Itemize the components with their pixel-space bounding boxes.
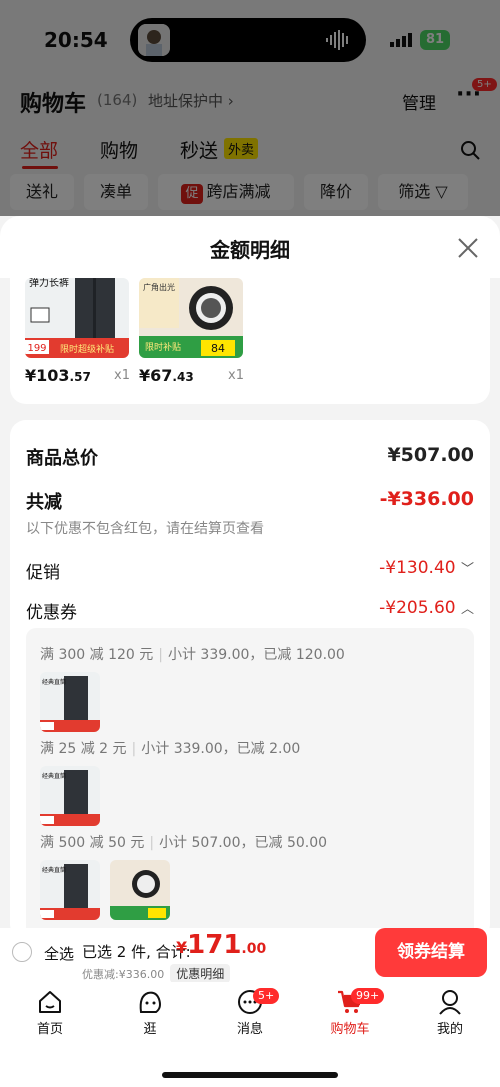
checkout-bar: 全选 已选 2 件, 合计: ¥171.00 优惠减:¥336.00 优惠明细 领… bbox=[0, 928, 500, 983]
messages-badge: 5+ bbox=[253, 988, 280, 1004]
product-thumb-pants: 199 限时超级补贴 弹力长裤 bbox=[25, 278, 129, 358]
sheet-header: 金额明细 bbox=[0, 216, 500, 278]
total-label: 商品总价 bbox=[26, 448, 98, 469]
promo-row-toggle[interactable]: -¥130.40 ﹀ bbox=[379, 558, 474, 578]
select-all-radio[interactable] bbox=[12, 942, 32, 962]
svg-text:经典直筒: 经典直筒 bbox=[42, 866, 66, 874]
item-qty-1: x1 bbox=[114, 368, 130, 383]
promo-label: 促销 bbox=[26, 563, 60, 583]
item-qty-2: x1 bbox=[228, 368, 244, 383]
svg-text:广角出光: 广角出光 bbox=[143, 282, 175, 292]
selected-items-card: 199 限时超级补贴 弹力长裤 广角出光 限时补贴 84 ¥103.57 x1 … bbox=[10, 278, 490, 404]
nav-profile[interactable]: 我的 bbox=[415, 988, 485, 1037]
checkout-total: ¥171.00 bbox=[176, 930, 267, 960]
nav-label: 首页 bbox=[36, 1022, 63, 1037]
selected-summary: 已选 2 件, 合计: bbox=[82, 943, 191, 961]
home-icon bbox=[39, 991, 61, 1013]
overlay-dim[interactable] bbox=[0, 0, 500, 216]
nav-label: 消息 bbox=[236, 1022, 263, 1037]
coupon-detail-box: 满 300 减 120 元 | 小计 339.00，已减 120.00 经典直筒 满… bbox=[26, 628, 474, 928]
coupon-line-3: 满 500 减 50 元 | 小计 507.00，已减 50.00 bbox=[40, 835, 328, 851]
nav-browse[interactable]: 逛 bbox=[115, 988, 185, 1037]
coupon-product-thumb bbox=[110, 860, 170, 920]
svg-text:经典直筒: 经典直筒 bbox=[42, 678, 66, 686]
nav-home[interactable]: 首页 bbox=[15, 988, 85, 1037]
item-price-1: ¥103.57 bbox=[25, 366, 91, 385]
checkout-button[interactable]: 领券结算 bbox=[375, 928, 487, 977]
select-all-label[interactable]: 全选 bbox=[44, 943, 74, 964]
coupon-product-thumb: 经典直筒 bbox=[40, 766, 100, 826]
coupon-value: -¥205.60 bbox=[379, 598, 456, 618]
close-icon[interactable] bbox=[456, 236, 480, 260]
price-summary-card: 商品总价 ¥507.00 共减 -¥336.00 以下优惠不包含红包，请在结算页… bbox=[10, 420, 490, 928]
nav-label: 我的 bbox=[436, 1022, 463, 1037]
promo-value: -¥130.40 bbox=[379, 558, 456, 578]
svg-text:84: 84 bbox=[211, 342, 225, 355]
svg-text:限时超级补贴: 限时超级补贴 bbox=[60, 343, 114, 355]
svg-text:经典直筒: 经典直筒 bbox=[42, 772, 66, 780]
chevron-up-icon: ︿ bbox=[460, 602, 474, 617]
chevron-down-icon: ﹀ bbox=[460, 562, 474, 577]
product-thumb-lens: 广角出光 限时补贴 84 bbox=[139, 278, 243, 358]
nav-label: 购物车 bbox=[330, 1022, 370, 1037]
discount-line: 优惠减:¥336.00 优惠明细 bbox=[82, 964, 231, 983]
cart-badge: 99+ bbox=[351, 988, 385, 1004]
nav-label: 逛 bbox=[143, 1022, 157, 1037]
svg-text:弹力长裤: 弹力长裤 bbox=[29, 278, 69, 289]
profile-icon bbox=[439, 990, 461, 1015]
coupon-label: 优惠券 bbox=[26, 603, 77, 623]
reduce-note: 以下优惠不包含红包，请在结算页查看 bbox=[26, 521, 264, 537]
browse-icon bbox=[139, 991, 161, 1013]
svg-text:限时补贴: 限时补贴 bbox=[145, 341, 181, 353]
svg-text:199: 199 bbox=[27, 343, 46, 354]
amount-detail-sheet: 199 限时超级补贴 弹力长裤 广角出光 限时补贴 84 ¥103.57 x1 … bbox=[0, 216, 500, 928]
coupon-line-2: 满 25 减 2 元 | 小计 339.00，已减 2.00 bbox=[40, 741, 301, 757]
coupon-product-thumb: 经典直筒 bbox=[40, 860, 100, 920]
nav-cart[interactable]: 购物车 99+ bbox=[315, 988, 385, 1037]
discount-detail-button[interactable]: 优惠明细 bbox=[170, 964, 231, 983]
reduce-value: -¥336.00 bbox=[379, 488, 474, 510]
sheet-title: 金额明细 bbox=[210, 238, 290, 262]
home-indicator bbox=[162, 1072, 338, 1078]
nav-messages[interactable]: 消息 5+ bbox=[215, 988, 285, 1037]
coupon-row-toggle[interactable]: -¥205.60 ︿ bbox=[379, 598, 474, 618]
coupon-product-thumb: 经典直筒 bbox=[40, 672, 100, 732]
total-value: ¥507.00 bbox=[387, 444, 474, 466]
reduce-label: 共减 bbox=[26, 492, 62, 513]
coupon-line-1: 满 300 减 120 元 | 小计 339.00，已减 120.00 bbox=[40, 647, 345, 663]
item-price-2: ¥67.43 bbox=[139, 366, 194, 385]
